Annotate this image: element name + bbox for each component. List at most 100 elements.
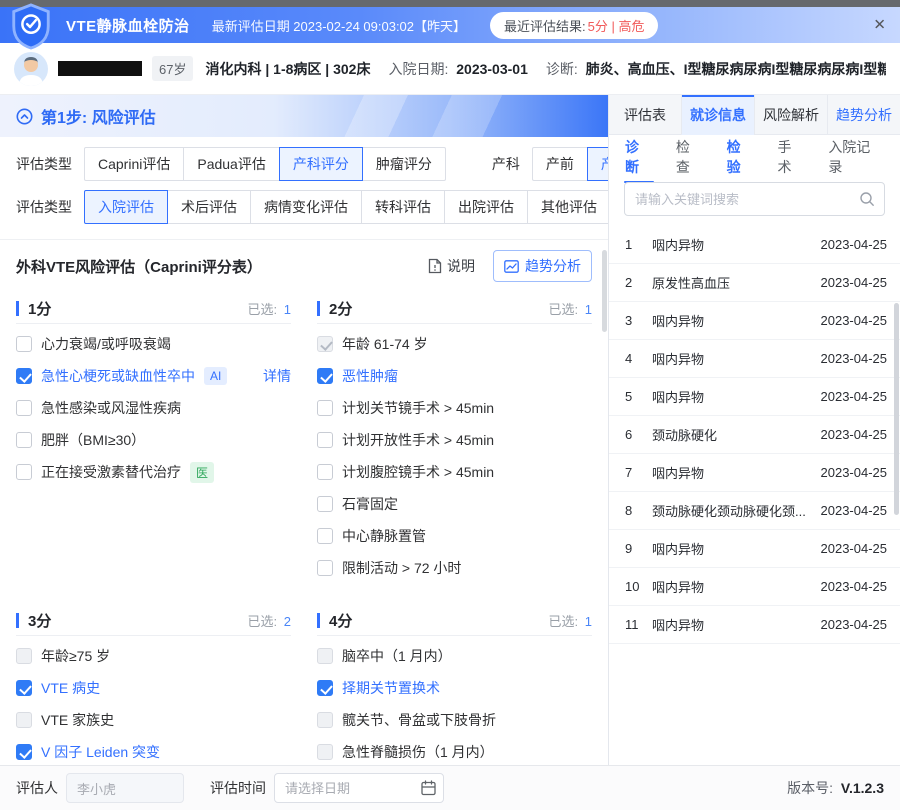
risk-item-label: 急性脊髓损伤（1 月内） [342,742,494,762]
section-items: 心力衰竭/或呼吸衰竭急性心梗死或缺血性卒中AI详情急性感染或风湿性疾病肥胖（BM… [16,324,291,488]
timing-option[interactable]: 入院评估 [84,190,168,224]
list-item-date: 2023-04-25 [821,617,888,632]
window-top-strip [0,0,900,7]
score-section-header: 1分已选: 1 [16,294,291,324]
risk-item-checkbox[interactable] [317,432,333,448]
list-item[interactable]: 2原发性高血压2023-04-25 [609,264,900,302]
obstetric-option[interactable]: 产后 [587,147,608,181]
score-section: 4分已选: 1脑卒中（1 月内）择期关节置换术髋关节、骨盆或下肢骨折急性脊髓损伤… [317,606,592,765]
list-item-date: 2023-04-25 [821,541,888,556]
risk-item-checkbox[interactable] [16,680,32,696]
risk-item-checkbox[interactable] [317,400,333,416]
list-item-name: 原发性高血压 [652,273,821,292]
list-item[interactable]: 1咽内异物2023-04-25 [609,226,900,264]
risk-item: 年龄≥75 岁 [16,640,291,672]
step-header: 第1步: 风险评估 [0,95,608,137]
timing-option[interactable]: 其他评估 [527,190,608,224]
right-panel-scrollbar[interactable] [894,303,899,515]
risk-item-checkbox[interactable] [317,368,333,384]
risk-item-label: 髋关节、骨盆或下肢骨折 [342,710,496,730]
list-item[interactable]: 10咽内异物2023-04-25 [609,568,900,606]
scale-option[interactable]: 肿瘤评分 [362,147,446,181]
risk-item-checkbox [317,336,333,352]
scale-button-group: Caprini评估Padua评估产科评分肿瘤评分 [84,147,446,181]
ai-badge: AI [204,367,227,385]
scale-option[interactable]: Padua评估 [183,147,279,181]
assessor-label: 评估人 [16,778,58,798]
score-sections-grid: 1分已选: 1心力衰竭/或呼吸衰竭急性心梗死或缺血性卒中AI详情急性感染或风湿性… [0,291,608,765]
calendar-icon[interactable] [421,780,436,796]
left-panel-scrollbar[interactable] [602,250,607,332]
risk-item-checkbox[interactable] [317,464,333,480]
selected-count: 已选: 1 [549,299,592,318]
list-item[interactable]: 4咽内异物2023-04-25 [609,340,900,378]
timing-option[interactable]: 出院评估 [444,190,528,224]
timing-option[interactable]: 转科评估 [361,190,445,224]
search-icon[interactable] [859,191,875,207]
list-item-name: 颈动脉硬化 [652,425,821,444]
scale-filter-row: 评估类型 Caprini评估Padua评估产科评分肿瘤评分 产科 产前产后 [16,147,592,181]
list-item[interactable]: 7咽内异物2023-04-25 [609,454,900,492]
list-item-index: 4 [625,351,652,366]
step-collapse-icon[interactable] [16,108,33,125]
subtab-诊断[interactable]: 诊断 [624,126,654,188]
risk-item: 计划开放性手术 > 45min [317,424,592,456]
selected-count: 已选: 1 [248,299,291,318]
risk-item-checkbox[interactable] [16,464,32,480]
trend-analysis-button[interactable]: 趋势分析 [493,250,592,282]
list-item[interactable]: 6颈动脉硬化2023-04-25 [609,416,900,454]
subtab-入院记录[interactable]: 入院记录 [827,126,885,188]
eval-date-input[interactable] [274,773,444,803]
list-item-index: 2 [625,275,652,290]
scale-option[interactable]: 产科评分 [279,147,363,181]
subtab-检查[interactable]: 检查 [675,126,705,188]
risk-item-checkbox[interactable] [16,400,32,416]
risk-item: 中心静脉置管 [317,520,592,552]
detail-link[interactable]: 详情 [263,366,291,386]
search-input[interactable] [624,182,885,216]
search-box [624,182,885,216]
patient-age-badge: 67岁 [152,56,193,81]
risk-assessment-panel: 第1步: 风险评估 评估类型 Caprini评估Padua评估产科评分肿瘤评分 … [0,95,608,765]
list-item[interactable]: 5咽内异物2023-04-25 [609,378,900,416]
selected-count: 已选: 1 [549,611,592,630]
section-accent-bar [317,613,320,628]
timing-option[interactable]: 病情变化评估 [250,190,362,224]
timing-option[interactable]: 术后评估 [167,190,251,224]
list-item[interactable]: 3咽内异物2023-04-25 [609,302,900,340]
assessor-input[interactable] [66,773,184,803]
risk-item-checkbox[interactable] [317,680,333,696]
obstetric-option[interactable]: 产前 [532,147,588,181]
risk-item-checkbox[interactable] [16,368,32,384]
risk-item-label: 急性感染或风湿性疾病 [41,398,181,418]
section-accent-bar [317,301,320,316]
latest-eval-date: 最新评估日期 2023-02-24 09:03:02【昨天】 [212,16,466,35]
risk-item-checkbox[interactable] [317,528,333,544]
help-button[interactable]: 说明 [428,256,475,276]
risk-item-checkbox[interactable] [16,336,32,352]
vte-window: VTE静脉血栓防治 最新评估日期 2023-02-24 09:03:02【昨天】… [0,0,900,810]
list-item[interactable]: 9咽内异物2023-04-25 [609,530,900,568]
risk-item: 年龄 61-74 岁 [317,328,592,360]
risk-item-checkbox[interactable] [317,560,333,576]
score-section: 1分已选: 1心力衰竭/或呼吸衰竭急性心梗死或缺血性卒中AI详情急性感染或风湿性… [16,294,291,584]
risk-item-checkbox[interactable] [317,496,333,512]
risk-item-label: 年龄 61-74 岁 [342,334,428,354]
list-item-index: 3 [625,313,652,328]
list-item-date: 2023-04-25 [821,389,888,404]
section-title: 3分 [28,610,248,631]
risk-item-checkbox[interactable] [16,744,32,760]
list-item[interactable]: 11咽内异物2023-04-25 [609,606,900,644]
risk-item-label: 计划开放性手术 > 45min [342,430,494,450]
scale-option[interactable]: Caprini评估 [84,147,184,181]
risk-item-checkbox[interactable] [16,432,32,448]
subtab-手术[interactable]: 手术 [776,126,806,188]
admission-date: 入院日期: 2023-03-01 [388,59,527,79]
close-icon[interactable]: ✕ [873,18,886,33]
subtab-检验[interactable]: 检验 [726,126,756,188]
risk-item-checkbox [16,648,32,664]
diagnosis-list: 1咽内异物2023-04-252原发性高血压2023-04-253咽内异物202… [609,226,900,644]
step-title: 第1步: 风险评估 [41,104,156,128]
risk-item: 计划腹腔镜手术 > 45min [317,456,592,488]
list-item[interactable]: 8颈动脉硬化颈动脉硬化颈...2023-04-25 [609,492,900,530]
